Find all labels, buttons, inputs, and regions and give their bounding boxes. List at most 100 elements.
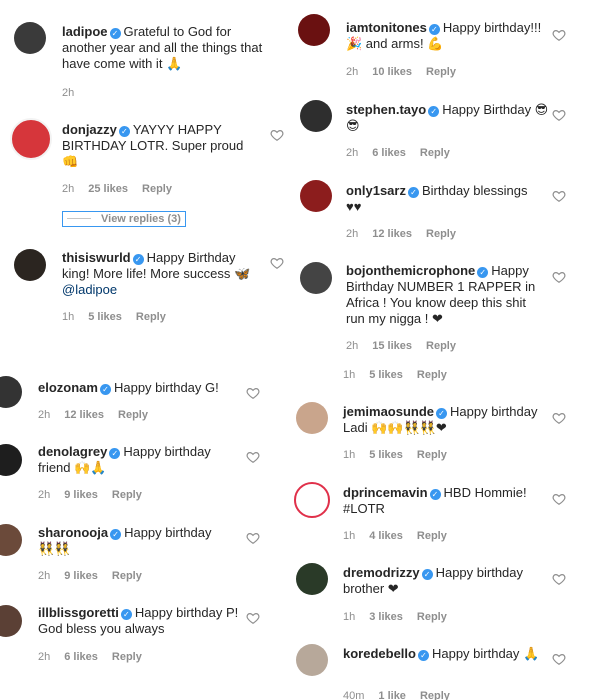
comment-meta: 1h 5 likes Reply: [62, 311, 180, 323]
like-heart-icon[interactable]: [552, 572, 566, 586]
left-bottom-panel: elozonam ✓ Happy birthday G! 2h 12 likes Rep…: [0, 350, 290, 700]
comment-meta: 1h 5 likes Reply: [343, 449, 461, 461]
comment-meta: 2h 12 likes Reply: [38, 409, 162, 421]
like-count[interactable]: 6 likes: [64, 651, 98, 663]
like-count[interactable]: 9 likes: [64, 489, 98, 501]
verified-icon: ✓: [417, 650, 429, 661]
username[interactable]: sharonooja: [38, 525, 108, 540]
username[interactable]: koredebello: [343, 646, 416, 661]
username[interactable]: stephen.tayo: [346, 102, 426, 117]
reply-button[interactable]: Reply: [426, 228, 456, 240]
avatar[interactable]: [296, 563, 328, 595]
comment-body: ladipoe ✓ Grateful to God for another year…: [62, 24, 277, 72]
like-count[interactable]: 1 like: [378, 690, 406, 700]
comment-meta: 1h 4 likes Reply: [343, 530, 461, 542]
reply-button[interactable]: Reply: [417, 611, 447, 623]
username[interactable]: denolagrey: [38, 444, 107, 459]
like-count[interactable]: 9 likes: [64, 570, 98, 582]
avatar[interactable]: [300, 262, 332, 294]
comment-body: bojonthemicrophone ✓ Happy Birthday NUMBER…: [346, 263, 546, 327]
like-heart-icon[interactable]: [552, 411, 566, 425]
comment-meta: 2h 6 likes Reply: [38, 651, 156, 663]
reply-button[interactable]: Reply: [136, 311, 166, 323]
reply-button[interactable]: Reply: [420, 690, 450, 700]
username[interactable]: donjazzy: [62, 122, 117, 137]
like-count[interactable]: 10 likes: [372, 66, 412, 78]
reply-button[interactable]: Reply: [417, 530, 447, 542]
reply-button[interactable]: Reply: [142, 183, 172, 195]
like-count[interactable]: 12 likes: [64, 409, 104, 421]
avatar[interactable]: [296, 402, 328, 434]
comment-body: elozonam ✓ Happy birthday G!: [38, 380, 248, 396]
comment-meta: 2h: [62, 87, 88, 99]
like-heart-icon[interactable]: [246, 611, 260, 625]
mention-link[interactable]: @ladipoe: [62, 282, 117, 297]
like-heart-icon[interactable]: [246, 450, 260, 464]
verified-icon: ✓: [429, 489, 441, 500]
like-count[interactable]: 25 likes: [88, 183, 128, 195]
like-count[interactable]: 3 likes: [369, 611, 403, 623]
avatar[interactable]: [296, 644, 328, 676]
reply-button[interactable]: Reply: [426, 66, 456, 78]
verified-icon: ✓: [118, 126, 130, 137]
avatar[interactable]: [298, 14, 330, 46]
username[interactable]: elozonam: [38, 380, 98, 395]
verified-icon: ✓: [120, 609, 132, 620]
timestamp: 2h: [346, 147, 359, 159]
avatar[interactable]: [294, 482, 330, 518]
username[interactable]: only1sarz: [346, 183, 406, 198]
reply-button[interactable]: Reply: [118, 409, 148, 421]
like-heart-icon[interactable]: [552, 108, 566, 122]
like-heart-icon[interactable]: [552, 28, 566, 42]
like-count[interactable]: 5 likes: [369, 369, 403, 381]
avatar[interactable]: [14, 22, 46, 54]
view-replies-label: View replies (3): [101, 213, 181, 225]
view-replies-button[interactable]: View replies (3): [62, 211, 186, 227]
avatar[interactable]: [300, 180, 332, 212]
like-heart-icon[interactable]: [246, 531, 260, 545]
like-heart-icon[interactable]: [552, 652, 566, 666]
comment-body: donjazzy ✓ YAYYY HAPPY BIRTHDAY LOTR. Supe…: [62, 122, 262, 170]
divider: [67, 218, 91, 219]
username[interactable]: dprincemavin: [343, 485, 428, 500]
reply-button[interactable]: Reply: [112, 651, 142, 663]
like-count[interactable]: 4 likes: [369, 530, 403, 542]
timestamp: 2h: [62, 87, 75, 99]
like-count[interactable]: 6 likes: [372, 147, 406, 159]
like-heart-icon[interactable]: [552, 270, 566, 284]
comment-meta: 1h 3 likes Reply: [343, 611, 461, 623]
avatar[interactable]: [0, 524, 22, 556]
reply-button[interactable]: Reply: [112, 489, 142, 501]
reply-button[interactable]: Reply: [417, 449, 447, 461]
reply-button[interactable]: Reply: [112, 570, 142, 582]
reply-button[interactable]: Reply: [426, 340, 456, 352]
like-heart-icon[interactable]: [270, 128, 284, 142]
like-heart-icon[interactable]: [246, 386, 260, 400]
avatar[interactable]: [10, 118, 52, 160]
avatar[interactable]: [0, 605, 22, 637]
like-count[interactable]: 5 likes: [88, 311, 122, 323]
username[interactable]: ladipoe: [62, 24, 108, 39]
username[interactable]: jemimaosunde: [343, 404, 434, 419]
reply-button[interactable]: Reply: [420, 147, 450, 159]
like-heart-icon[interactable]: [270, 256, 284, 270]
timestamp: 2h: [62, 183, 75, 195]
username[interactable]: iamtonitones: [346, 20, 427, 35]
avatar[interactable]: [0, 376, 22, 408]
like-count[interactable]: 12 likes: [372, 228, 412, 240]
username[interactable]: dremodrizzy: [343, 565, 420, 580]
like-heart-icon[interactable]: [552, 492, 566, 506]
username[interactable]: illblissgoretti: [38, 605, 119, 620]
username[interactable]: bojonthemicrophone: [346, 263, 475, 278]
verified-icon: ✓: [428, 24, 440, 35]
like-count[interactable]: 15 likes: [372, 340, 412, 352]
comment-body: iamtonitones ✓ Happy birthday!!!🎉 and arms…: [346, 20, 546, 52]
avatar[interactable]: [0, 444, 22, 476]
reply-button[interactable]: Reply: [417, 369, 447, 381]
avatar[interactable]: [14, 249, 46, 281]
like-heart-icon[interactable]: [552, 189, 566, 203]
like-count[interactable]: 5 likes: [369, 449, 403, 461]
username[interactable]: thisiswurld: [62, 250, 131, 265]
avatar[interactable]: [300, 100, 332, 132]
timestamp: 1h: [343, 530, 356, 542]
